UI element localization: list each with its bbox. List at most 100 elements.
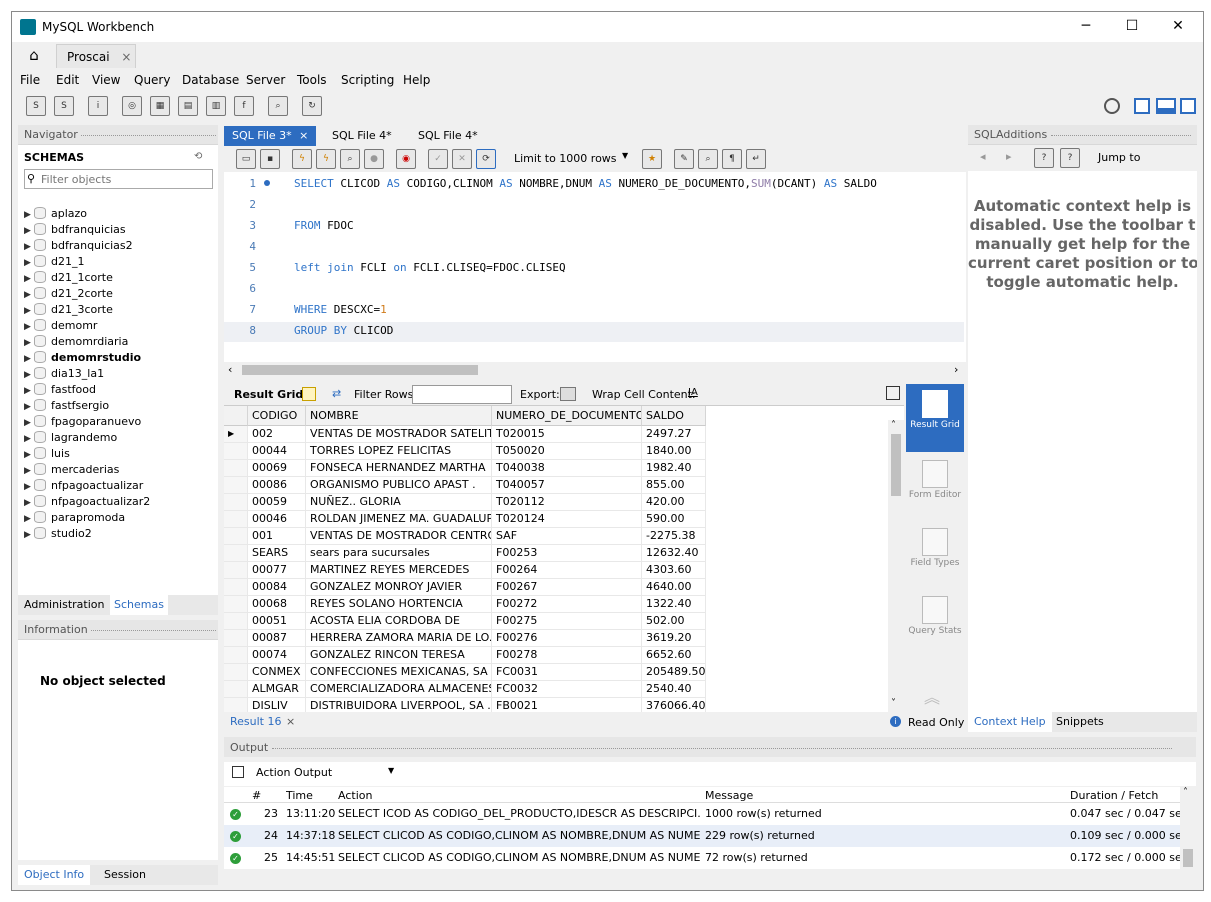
execute-icon[interactable]: ϟ — [292, 149, 312, 169]
toggle-secondary-sidebar-icon[interactable] — [1180, 98, 1196, 114]
row-header[interactable] — [224, 494, 248, 511]
expand-icon[interactable]: ▶ — [24, 418, 34, 428]
gear-icon[interactable] — [1104, 98, 1120, 114]
schema-item[interactable]: ▶ nfpagoactualizar — [24, 479, 143, 495]
toggle-stop-on-error-icon[interactable]: ◉ — [396, 149, 416, 169]
schema-item[interactable]: ▶ d21_1 — [24, 255, 84, 271]
column-header-nombre[interactable]: NOMBRE — [306, 406, 492, 426]
grid-cell[interactable]: F00278 — [492, 647, 642, 664]
schema-item[interactable]: ▶ dia13_la1 — [24, 367, 104, 383]
schema-item[interactable]: ▶ nfpagoactualizar2 — [24, 495, 150, 511]
schema-item[interactable]: ▶ demomrdiaria — [24, 335, 128, 351]
connection-tab-close-icon[interactable]: × — [121, 50, 131, 64]
schema-item[interactable]: ▶ fastfsergio — [24, 399, 109, 415]
grid-cell[interactable]: -2275.38 — [642, 528, 706, 545]
grid-cell[interactable]: 00059 — [248, 494, 306, 511]
output-row[interactable]: ✓ 24 14:37:18 SELECT CLICOD AS CODIGO,CLINO… — [224, 825, 1192, 847]
sql-tab-close-icon[interactable]: × — [299, 129, 308, 142]
grid-cell[interactable]: 00087 — [248, 630, 306, 647]
grid-cell[interactable]: 376066.40 — [642, 698, 706, 712]
expand-icon[interactable]: ▶ — [24, 226, 34, 236]
grid-cell[interactable]: F00275 — [492, 613, 642, 630]
row-header[interactable] — [224, 545, 248, 562]
schema-item[interactable]: ▶ demomrstudio — [24, 351, 141, 367]
grid-cell[interactable]: 00086 — [248, 477, 306, 494]
grid-cell[interactable]: COMERCIALIZADORA ALMACENES... — [306, 681, 492, 698]
grid-cell[interactable]: 00084 — [248, 579, 306, 596]
grid-cell[interactable]: 1840.00 — [642, 443, 706, 460]
schema-item[interactable]: ▶ parapromoda — [24, 511, 125, 527]
menu-edit[interactable]: Edit — [56, 73, 79, 87]
expand-icon[interactable]: ▶ — [24, 210, 34, 220]
grid-cell[interactable]: 590.00 — [642, 511, 706, 528]
schema-item[interactable]: ▶ fastfood — [24, 383, 96, 399]
grid-cell[interactable]: FC0032 — [492, 681, 642, 698]
close-window-button[interactable]: ✕ — [1166, 18, 1190, 36]
grid-cell[interactable]: ACOSTA ELIA CORDOBA DE — [306, 613, 492, 630]
explain-icon[interactable]: ⌕ — [340, 149, 360, 169]
commit-icon[interactable]: ✓ — [428, 149, 448, 169]
grid-cell[interactable]: DISTRIBUIDORA LIVERPOOL, SA ... — [306, 698, 492, 712]
grid-cell[interactable]: F00272 — [492, 596, 642, 613]
grid-cell[interactable]: 12632.40 — [642, 545, 706, 562]
grid-cell[interactable]: T020112 — [492, 494, 642, 511]
form-editor-button[interactable]: Form Editor — [906, 454, 964, 522]
row-header[interactable] — [224, 528, 248, 545]
refresh-schemas-icon[interactable]: ⟲ — [194, 151, 202, 162]
menu-tools[interactable]: Tools — [297, 73, 327, 87]
expand-icon[interactable]: ▶ — [24, 274, 34, 284]
grid-cell[interactable]: 855.00 — [642, 477, 706, 494]
menu-query[interactable]: Query — [134, 73, 170, 87]
toggle-sidebar-icon[interactable] — [1134, 98, 1150, 114]
grid-icon[interactable] — [302, 387, 316, 401]
search-table-data-icon[interactable]: ⌕ — [268, 96, 288, 116]
export-icon[interactable] — [560, 387, 576, 401]
grid-cell[interactable]: ALMGAR — [248, 681, 306, 698]
row-header[interactable] — [224, 443, 248, 460]
create-function-icon[interactable]: f — [234, 96, 254, 116]
grid-cell[interactable]: 6652.60 — [642, 647, 706, 664]
create-procedure-icon[interactable]: ▥ — [206, 96, 226, 116]
expand-icon[interactable]: ▶ — [24, 530, 34, 540]
expand-icon[interactable]: ▶ — [24, 306, 34, 316]
row-header[interactable] — [224, 681, 248, 698]
grid-cell[interactable]: 420.00 — [642, 494, 706, 511]
schema-item[interactable]: ▶ d21_1corte — [24, 271, 113, 287]
grid-cell[interactable]: T020124 — [492, 511, 642, 528]
administration-tab[interactable]: Administration — [24, 598, 105, 611]
grid-cell[interactable]: 3619.20 — [642, 630, 706, 647]
beautify-icon[interactable]: ✎ — [674, 149, 694, 169]
sql-tab[interactable]: SQL File 4* — [410, 126, 486, 146]
schema-item[interactable]: ▶ aplazo — [24, 207, 87, 223]
menu-view[interactable]: View — [92, 73, 120, 87]
scrollbar-thumb[interactable] — [242, 365, 478, 375]
invisible-chars-icon[interactable]: ¶ — [722, 149, 742, 169]
grid-cell[interactable]: 00069 — [248, 460, 306, 477]
schema-item[interactable]: ▶ bdfranquicias2 — [24, 239, 133, 255]
grid-cell[interactable]: 1982.40 — [642, 460, 706, 477]
grid-scrollbar-thumb[interactable] — [891, 434, 901, 496]
grid-cell[interactable]: FC0031 — [492, 664, 642, 681]
rollback-icon[interactable]: ✕ — [452, 149, 472, 169]
grid-cell[interactable]: 2497.27 — [642, 426, 706, 443]
output-scrollbar-thumb[interactable] — [1183, 849, 1193, 867]
column-header-codigo[interactable]: CODIGO — [248, 406, 306, 426]
add-snippet-icon[interactable]: ★ — [642, 149, 662, 169]
grid-cell[interactable]: F00276 — [492, 630, 642, 647]
new-sql-tab-icon[interactable]: S — [26, 96, 46, 116]
grid-cell[interactable]: REYES SOLANO HORTENCIA — [306, 596, 492, 613]
grid-cell[interactable]: DISLIV — [248, 698, 306, 712]
filter-icon[interactable]: ⇄ — [332, 387, 341, 400]
sql-tab[interactable]: SQL File 4* — [324, 126, 400, 146]
field-types-button[interactable]: Field Types — [906, 522, 964, 590]
grid-cell[interactable]: MARTINEZ REYES MERCEDES — [306, 562, 492, 579]
result-tab-close-icon[interactable]: × — [286, 715, 295, 728]
row-header[interactable] — [224, 511, 248, 528]
expand-icon[interactable]: ▶ — [24, 402, 34, 412]
find-icon[interactable]: ⌕ — [698, 149, 718, 169]
session-tab[interactable]: Session — [104, 868, 146, 881]
open-sql-script-icon[interactable]: S — [54, 96, 74, 116]
grid-cell[interactable]: SAF — [492, 528, 642, 545]
grid-cell[interactable]: sears para sucursales — [306, 545, 492, 562]
grid-cell[interactable]: F00253 — [492, 545, 642, 562]
